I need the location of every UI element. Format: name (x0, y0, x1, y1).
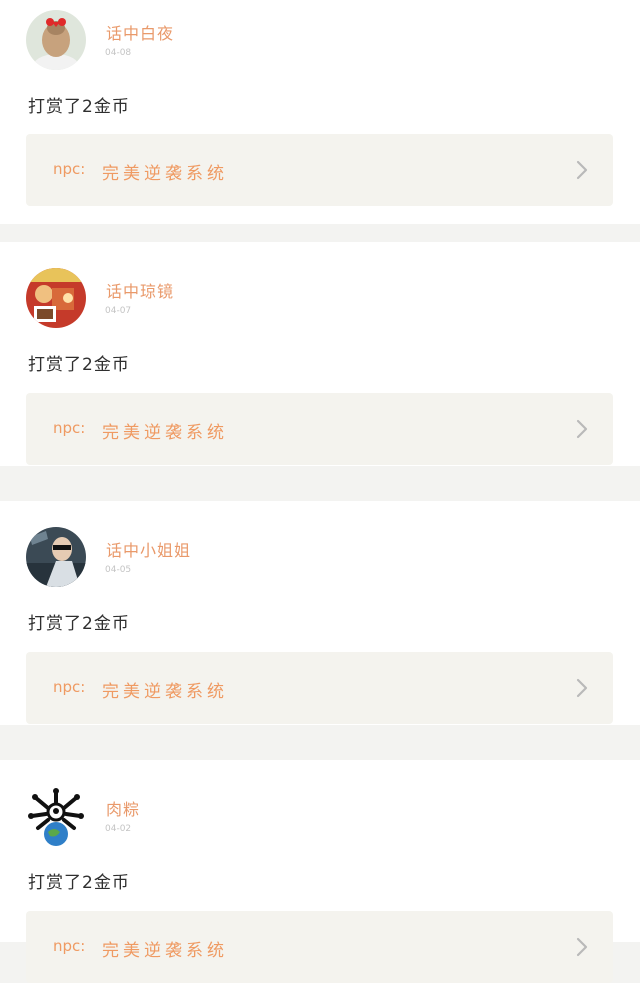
username[interactable]: 话中小姐姐 (106, 537, 191, 561)
timestamp: 04-08 (105, 48, 132, 58)
reward-action-text: 打赏了2金币 (28, 355, 130, 375)
card-header: 话中小姐姐 04-05 (26, 527, 614, 587)
user-avatar[interactable] (26, 268, 86, 328)
timestamp: 04-02 (105, 824, 132, 834)
book-prefix: npc: (53, 160, 86, 178)
chevron-right-icon (576, 937, 588, 957)
book-prefix: npc: (53, 678, 86, 696)
chevron-right-icon (576, 678, 588, 698)
chevron-right-icon (576, 419, 588, 439)
card-header: 话中琼镜 04-07 (26, 268, 614, 328)
timestamp: 04-05 (105, 565, 132, 575)
book-title: 完美逆袭系统 (102, 682, 228, 702)
user-avatar[interactable] (26, 786, 86, 846)
user-avatar[interactable] (26, 10, 86, 70)
book-link[interactable]: npc: 完美逆袭系统 (26, 911, 613, 983)
username[interactable]: 话中琼镜 (106, 278, 174, 302)
card-header: 肉粽 04-02 (26, 786, 614, 846)
card-header: 话中白夜 04-08 (26, 10, 614, 70)
chevron-right-icon (576, 160, 588, 180)
book-link[interactable]: npc: 完美逆袭系统 (26, 652, 613, 724)
reward-action-text: 打赏了2金币 (28, 873, 130, 893)
book-title: 完美逆袭系统 (102, 423, 228, 443)
reward-action-text: 打赏了2金币 (28, 97, 130, 117)
book-prefix: npc: (53, 937, 86, 955)
reward-card: 肉粽 04-02 打赏了2金币 npc: 完美逆袭系统 (0, 760, 640, 983)
timestamp: 04-07 (105, 306, 132, 316)
book-link[interactable]: npc: 完美逆袭系统 (26, 393, 613, 465)
reward-card: 话中白夜 04-08 打赏了2金币 npc: 完美逆袭系统 (0, 0, 640, 224)
user-avatar[interactable] (26, 527, 86, 587)
reward-card: 话中琼镜 04-07 打赏了2金币 npc: 完美逆袭系统 (0, 242, 640, 466)
reward-card: 话中小姐姐 04-05 打赏了2金币 npc: 完美逆袭系统 (0, 501, 640, 725)
username[interactable]: 肉粽 (106, 796, 140, 820)
book-link[interactable]: npc: 完美逆袭系统 (26, 134, 613, 206)
username[interactable]: 话中白夜 (106, 20, 174, 44)
book-title: 完美逆袭系统 (102, 164, 228, 184)
book-title: 完美逆袭系统 (102, 941, 228, 961)
book-prefix: npc: (53, 419, 86, 437)
reward-action-text: 打赏了2金币 (28, 614, 130, 634)
